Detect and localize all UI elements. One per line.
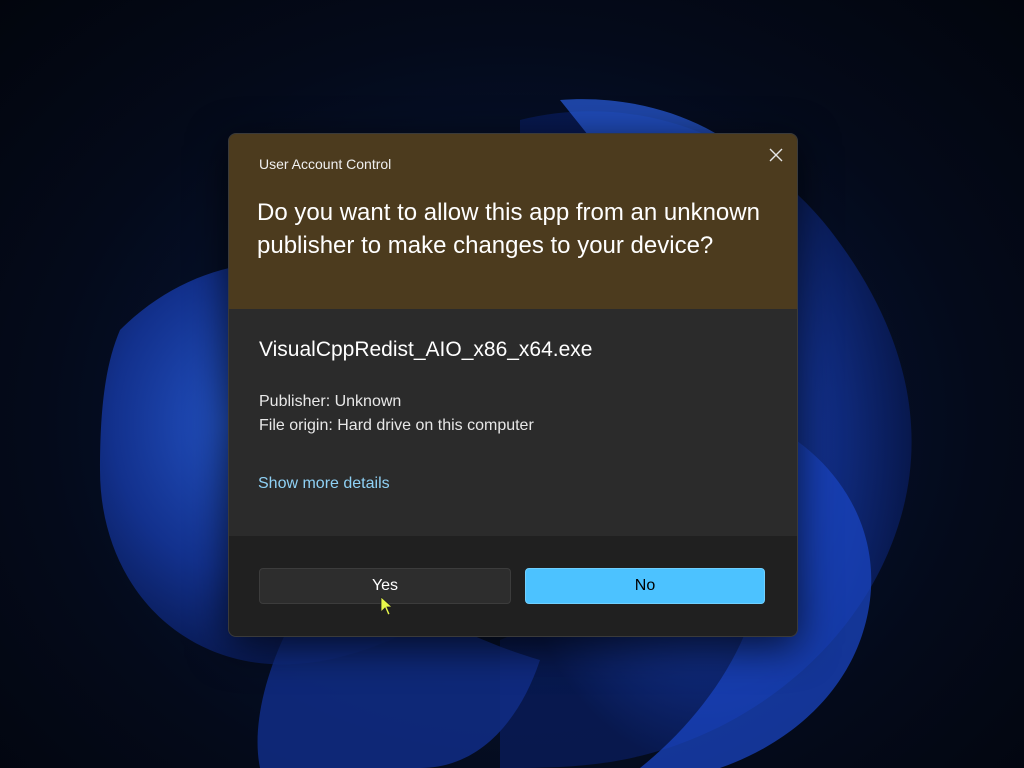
app-name: VisualCppRedist_AIO_x86_x64.exe — [259, 338, 593, 361]
uac-dialog: User Account Control Do you want to allo… — [228, 133, 798, 637]
uac-header: User Account Control Do you want to allo… — [229, 134, 797, 309]
uac-body: VisualCppRedist_AIO_x86_x64.exe Publishe… — [229, 309, 797, 536]
desktop-background: User Account Control Do you want to allo… — [0, 0, 1024, 768]
show-more-details-link[interactable]: Show more details — [258, 475, 390, 493]
mouse-cursor-icon — [380, 596, 394, 616]
dialog-title: User Account Control — [259, 156, 392, 172]
file-origin-info: File origin: Hard drive on this computer — [259, 417, 534, 434]
uac-footer: Yes No — [229, 536, 797, 636]
close-icon — [769, 148, 783, 162]
close-button[interactable] — [759, 140, 793, 170]
publisher-info: Publisher: Unknown — [259, 393, 402, 410]
dialog-question: Do you want to allow this app from an un… — [257, 199, 760, 259]
no-button[interactable]: No — [525, 568, 765, 604]
